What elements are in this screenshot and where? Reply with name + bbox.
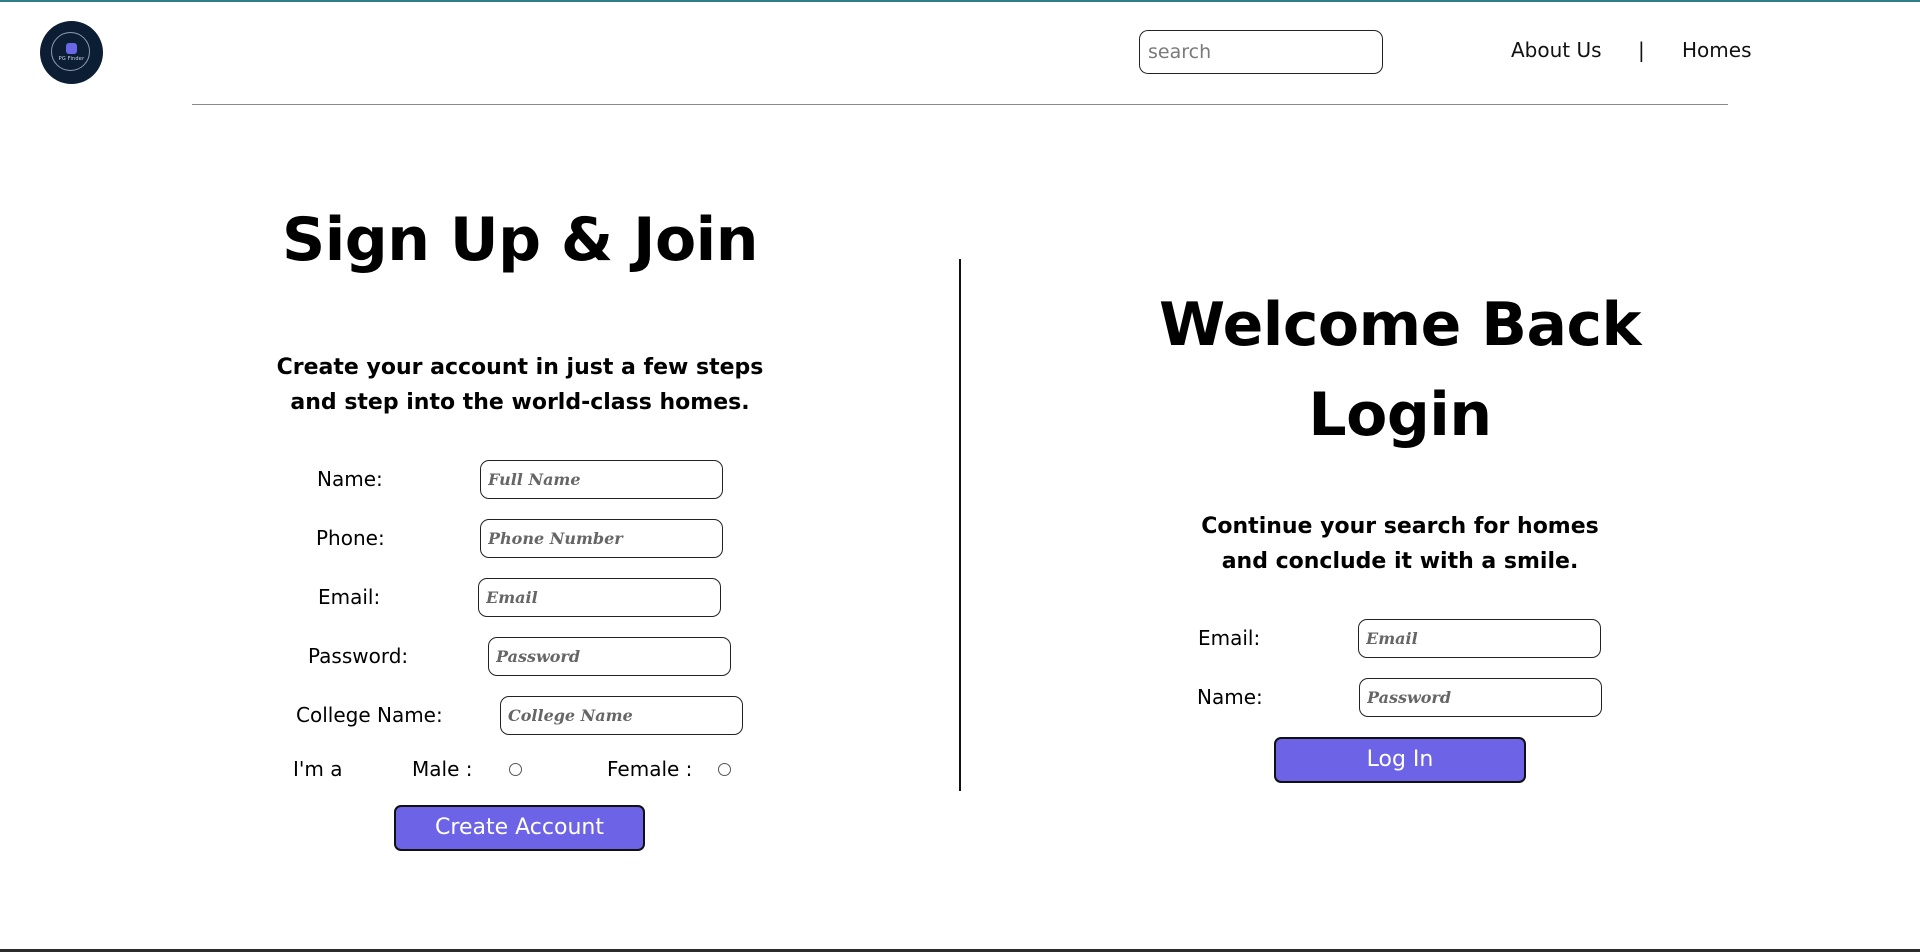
signup-subtitle-line2: and step into the world-class homes. (290, 390, 750, 415)
signup-email-label: Email: (318, 585, 381, 609)
signup-subtitle-line1: Create your account in just a few steps (276, 355, 764, 380)
section-divider (959, 259, 961, 791)
login-title-line2: Login (1308, 380, 1492, 450)
login-title-line1: Welcome Back (1159, 290, 1641, 360)
female-label: Female : (607, 757, 693, 781)
signup-subtitle: Create your account in just a few steps a… (240, 350, 800, 420)
signup-password-label: Password: (308, 644, 409, 668)
nav-homes[interactable]: Homes (1682, 38, 1751, 62)
phone-field[interactable] (480, 519, 723, 558)
login-email-label: Email: (1198, 626, 1261, 650)
gender-prefix-label: I'm a (293, 757, 343, 781)
create-account-button[interactable]: Create Account (394, 805, 645, 851)
nav-about-us[interactable]: About Us (1511, 38, 1602, 62)
login-subtitle-line1: Continue your search for homes (1201, 514, 1599, 539)
login-subtitle: Continue your search for homes and conclu… (1120, 509, 1680, 579)
logo[interactable]: PG Finder (40, 21, 103, 84)
signup-password-field[interactable] (488, 637, 731, 676)
full-name-field[interactable] (480, 460, 723, 499)
search-input[interactable] (1139, 30, 1383, 74)
top-border (0, 0, 1920, 2)
logo-mark-icon (66, 43, 77, 54)
signup-title: Sign Up & Join (282, 205, 758, 275)
login-password-field[interactable] (1359, 678, 1602, 717)
name-label: Name: (317, 467, 383, 491)
login-password-label: Name: (1197, 685, 1263, 709)
signup-email-field[interactable] (478, 578, 721, 617)
male-label: Male : (412, 757, 473, 781)
female-radio[interactable] (718, 763, 731, 776)
login-email-field[interactable] (1358, 619, 1601, 658)
login-title: Welcome Back Login (1100, 280, 1700, 460)
logo-text: PG Finder (58, 56, 85, 62)
login-subtitle-line2: and conclude it with a smile. (1221, 549, 1579, 574)
male-radio[interactable] (509, 763, 522, 776)
college-label: College Name: (296, 703, 443, 727)
header-divider (192, 104, 1728, 105)
phone-label: Phone: (316, 526, 385, 550)
log-in-button[interactable]: Log In (1274, 737, 1526, 783)
college-name-field[interactable] (500, 696, 743, 735)
nav-separator: | (1638, 38, 1645, 62)
